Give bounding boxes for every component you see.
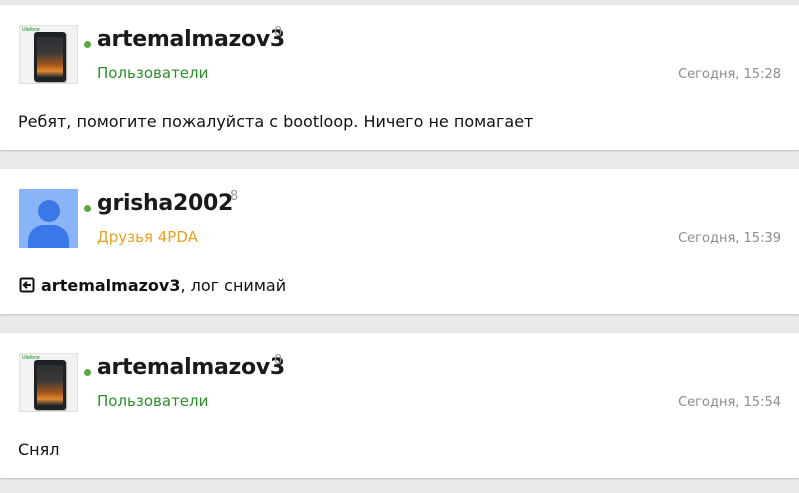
author-group: Друзья 4PDA — [97, 228, 198, 246]
post-timestamp[interactable]: Сегодня, 15:28 — [678, 67, 781, 82]
author-reputation[interactable]: 0 — [274, 25, 282, 40]
default-user-avatar-icon[interactable] — [19, 189, 78, 248]
user-avatar[interactable]: Ulefone — [19, 25, 78, 84]
phone-avatar-icon — [34, 32, 66, 82]
post-message-text: , лог снимай — [180, 276, 287, 295]
post-message: Ребят, помогите пожалуйста с bootloop. Н… — [18, 112, 534, 131]
phone-avatar-icon — [34, 360, 66, 410]
post-timestamp[interactable]: Сегодня, 15:39 — [678, 231, 781, 246]
forum-post: Ulefone artemalmazov3 0 Пользователи Сег… — [0, 333, 799, 478]
reply-mention[interactable]: artemalmazov3 — [41, 276, 180, 295]
author-reputation[interactable]: 8 — [230, 189, 238, 204]
post-timestamp[interactable]: Сегодня, 15:54 — [678, 395, 781, 410]
forum-thread: Ulefone artemalmazov3 0 Пользователи Сег… — [0, 0, 799, 493]
author-group: Пользователи — [97, 392, 209, 410]
user-avatar[interactable]: Ulefone — [19, 353, 78, 412]
forum-post: Ulefone artemalmazov3 0 Пользователи Сег… — [0, 5, 799, 150]
post-message: Снял — [18, 440, 60, 459]
post-author[interactable]: artemalmazov3 — [97, 27, 285, 52]
online-status-icon — [84, 41, 91, 48]
forum-post: grisha2002 8 Друзья 4PDA Сегодня, 15:39 … — [0, 169, 799, 314]
online-status-icon — [84, 205, 91, 212]
author-group: Пользователи — [97, 64, 209, 82]
post-author[interactable]: artemalmazov3 — [97, 355, 285, 380]
author-reputation[interactable]: 0 — [274, 353, 282, 368]
post-message: artemalmazov3, лог снимай — [18, 276, 286, 295]
reply-link-icon[interactable] — [18, 277, 35, 293]
online-status-icon — [84, 369, 91, 376]
post-author[interactable]: grisha2002 — [97, 191, 233, 216]
